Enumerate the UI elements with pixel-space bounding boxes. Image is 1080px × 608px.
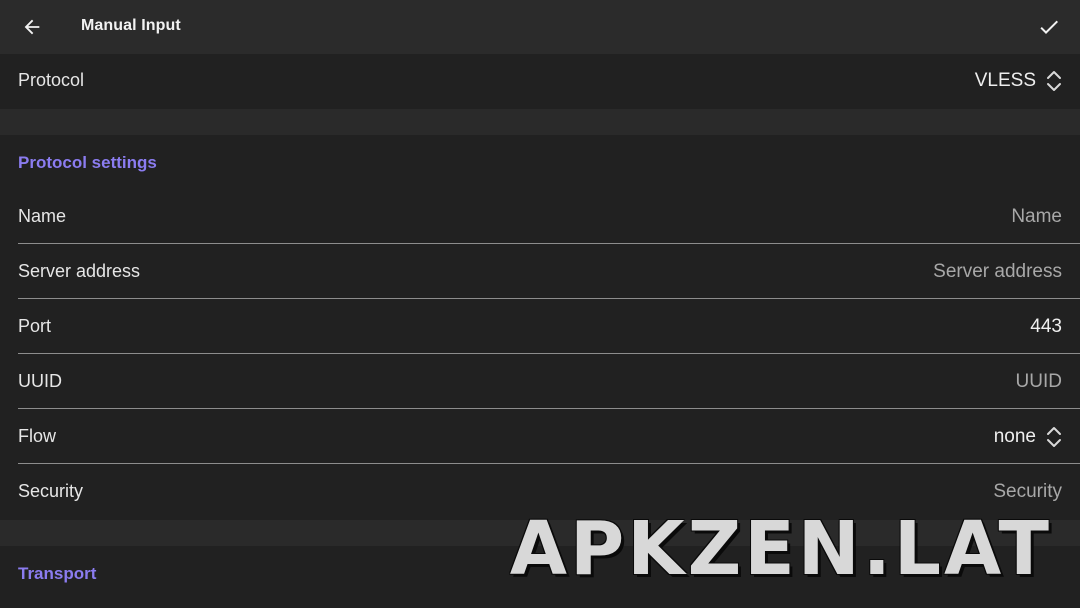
watermark-text: APKZEN.LAT	[509, 506, 1052, 592]
divider	[18, 298, 1080, 299]
protocol-settings-header: Protocol settings	[18, 153, 157, 172]
divider	[18, 243, 1080, 244]
name-field-row[interactable]: Name Name	[0, 190, 1080, 245]
unfold-icon	[1047, 71, 1061, 91]
protocol-value: VLESS	[974, 70, 1036, 91]
page-title: Manual Input	[81, 17, 181, 34]
server-address-label: Server address	[18, 261, 141, 281]
security-label: Security	[18, 481, 84, 501]
port-input[interactable]: 443	[1030, 316, 1062, 338]
unfold-icon	[1047, 427, 1061, 447]
name-label: Name	[18, 206, 67, 226]
port-field-row[interactable]: Port 443	[0, 300, 1080, 355]
port-label: Port	[18, 316, 52, 336]
back-button[interactable]	[14, 10, 50, 44]
divider	[18, 463, 1080, 464]
transport-header: Transport	[18, 564, 97, 583]
check-icon	[1040, 20, 1058, 34]
confirm-button[interactable]	[1030, 10, 1068, 44]
arrow-back-icon	[24, 19, 40, 35]
protocol-select-row[interactable]: Protocol VLESS	[0, 54, 1080, 109]
section-gap	[0, 109, 1080, 135]
security-input[interactable]: Security	[993, 481, 1062, 503]
manual-input-screen: Manual Input Protocol VLESS Protocol set…	[0, 0, 1080, 608]
uuid-label: UUID	[18, 371, 62, 391]
uuid-field-row[interactable]: UUID UUID	[0, 355, 1080, 410]
flow-select-row[interactable]: Flow none	[0, 410, 1080, 465]
server-address-input[interactable]: Server address	[933, 261, 1062, 283]
uuid-input[interactable]: UUID	[1016, 371, 1062, 393]
flow-value: none	[993, 426, 1036, 447]
flow-label: Flow	[18, 426, 57, 446]
name-input[interactable]: Name	[1011, 206, 1062, 228]
app-bar: Manual Input	[0, 0, 1080, 54]
divider	[18, 408, 1080, 409]
protocol-label: Protocol	[18, 70, 85, 90]
server-address-field-row[interactable]: Server address Server address	[0, 245, 1080, 300]
divider	[18, 353, 1080, 354]
